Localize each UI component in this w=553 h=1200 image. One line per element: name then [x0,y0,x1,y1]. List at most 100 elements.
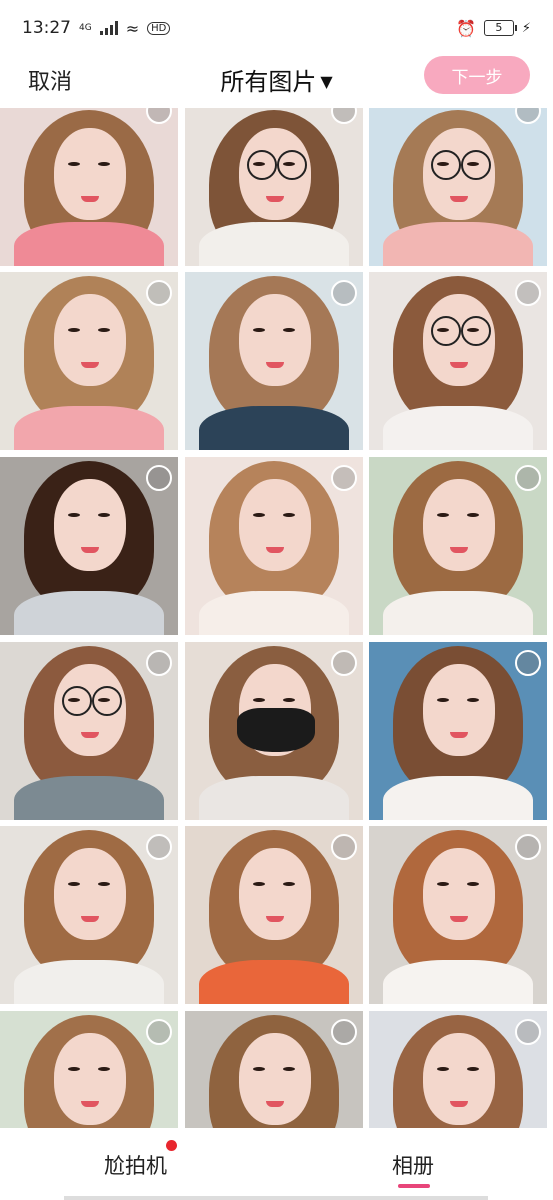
clothing-shape [383,222,533,266]
eye-shape [253,698,265,702]
eye-shape [437,698,449,702]
face-shape [239,1033,311,1125]
tab-album[interactable]: 相册 [392,1150,434,1180]
notification-dot [166,1140,177,1151]
select-circle[interactable] [331,834,357,860]
eye-shape [437,882,449,886]
alarm-icon: ⏰ [455,18,476,38]
select-circle[interactable] [146,834,172,860]
clothing-shape [14,591,164,635]
next-step-button[interactable]: 下一步 [424,56,530,94]
photo-tile[interactable] [0,826,178,1004]
eye-shape [98,328,110,332]
eye-shape [283,513,295,517]
face-shape [54,294,126,386]
photo-tile[interactable] [369,272,547,450]
eye-shape [253,513,265,517]
clothing-shape [383,406,533,450]
wifi-icon: ≈ [125,18,140,38]
clothing-shape [383,960,533,1004]
eye-shape [98,1067,110,1071]
eye-shape [283,882,295,886]
status-left: 13:27 4G ≈ HD [22,18,171,38]
charging-icon: ⚡ [521,20,531,36]
photo-tile[interactable] [369,108,547,266]
photo-tile[interactable] [369,457,547,635]
photo-tile[interactable] [185,272,363,450]
clothing-shape [14,776,164,820]
photo-tile[interactable] [0,1011,178,1128]
eye-shape [68,1067,80,1071]
clothing-shape [199,591,349,635]
photo-tile[interactable] [369,642,547,820]
status-time: 13:27 [22,18,71,38]
eye-shape [98,513,110,517]
photo-tile[interactable] [185,108,363,266]
face-shape [54,848,126,940]
eye-shape [253,882,265,886]
caret-down-icon: ▼ [320,72,333,91]
face-shape [54,479,126,571]
eye-shape [68,162,80,166]
bottom-tab-bar: 尬拍机 相册 [0,1128,553,1200]
glasses-shape [461,316,491,346]
select-circle[interactable] [515,834,541,860]
face-shape [239,848,311,940]
clothing-shape [199,406,349,450]
clothing-shape [199,776,349,820]
photo-tile[interactable] [0,642,178,820]
tab-camera[interactable]: 尬拍机 [104,1150,167,1180]
select-circle[interactable] [146,465,172,491]
face-shape [239,479,311,571]
glasses-shape [92,686,122,716]
face-shape [423,664,495,756]
photo-tile[interactable] [185,642,363,820]
select-circle[interactable] [146,280,172,306]
eye-shape [467,882,479,886]
glasses-shape [62,686,92,716]
eye-shape [283,698,295,702]
eye-shape [98,882,110,886]
select-circle[interactable] [515,465,541,491]
select-circle[interactable] [515,1019,541,1045]
face-shape [423,848,495,940]
eye-shape [467,698,479,702]
photo-tile[interactable] [369,1011,547,1128]
top-nav: 取消 所有图片 ▼ 下一步 [0,56,553,108]
clothing-shape [199,960,349,1004]
eye-shape [467,1067,479,1071]
battery-icon: 5 [483,20,517,36]
photo-tile[interactable] [185,826,363,1004]
select-circle[interactable] [146,1019,172,1045]
clothing-shape [383,591,533,635]
photo-tile[interactable] [185,457,363,635]
glasses-shape [247,150,277,180]
eye-shape [68,882,80,886]
photo-tile[interactable] [0,108,178,266]
clothing-shape [199,222,349,266]
face-shape [423,479,495,571]
eye-shape [98,162,110,166]
clothing-shape [14,406,164,450]
eye-shape [283,328,295,332]
status-bar: 13:27 4G ≈ HD ⏰ 5 ⚡ [0,0,553,56]
select-circle[interactable] [331,1019,357,1045]
face-shape [239,294,311,386]
photo-tile[interactable] [369,826,547,1004]
gesture-bar [64,1196,488,1200]
photo-tile[interactable] [0,272,178,450]
face-shape [54,128,126,220]
network-type: 4G [79,22,92,33]
eye-shape [467,513,479,517]
select-circle[interactable] [146,650,172,676]
eye-shape [253,1067,265,1071]
select-circle[interactable] [331,280,357,306]
photo-tile[interactable] [185,1011,363,1128]
select-circle[interactable] [331,650,357,676]
select-circle[interactable] [515,650,541,676]
select-circle[interactable] [331,465,357,491]
face-shape [54,1033,126,1125]
select-circle[interactable] [515,280,541,306]
photo-tile[interactable] [0,457,178,635]
glasses-shape [461,150,491,180]
